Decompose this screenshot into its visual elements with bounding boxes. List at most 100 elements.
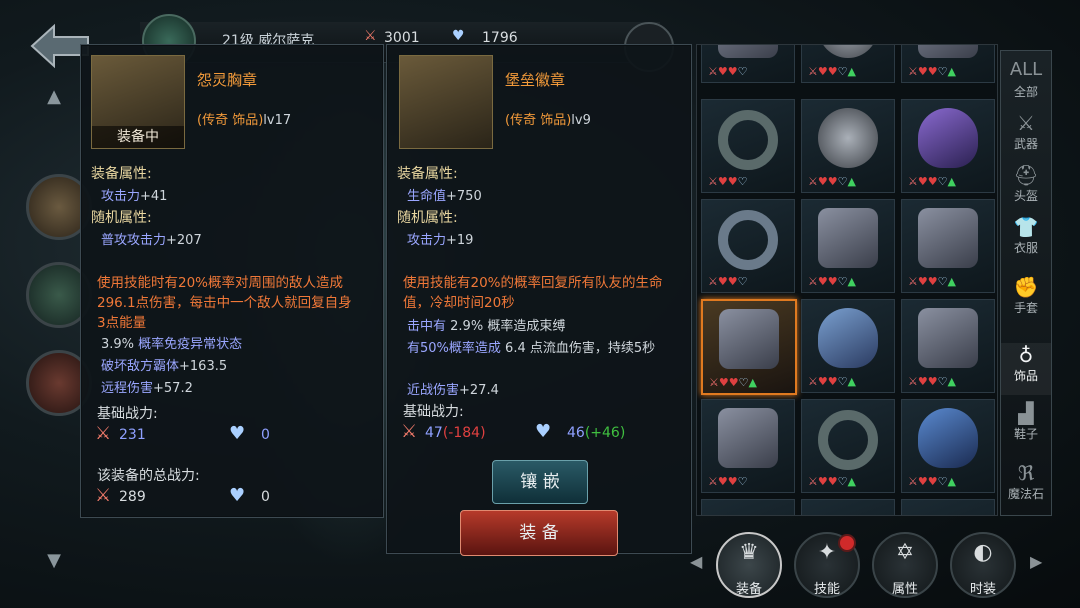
random-attr-title: 随机属性: — [91, 210, 152, 226]
equip-attr-title: 装备属性: — [397, 166, 458, 182]
total-power-title: 该装备的总战力: — [97, 468, 200, 484]
inventory-slot[interactable]: ⚔♥♥♡▲ — [801, 45, 895, 83]
item-badges: ⚔♥♥♡▲ — [709, 376, 757, 389]
item-badges: ⚔♥♥♡▲ — [908, 65, 956, 78]
tab-attributes[interactable]: ✡ 属性 — [872, 532, 938, 598]
item-icon — [718, 110, 778, 170]
defense-icon: ♥ — [229, 485, 246, 506]
armor-icon: 👕 — [1013, 215, 1039, 239]
inventory-slot[interactable]: ⚔♥♥♡▲ — [801, 399, 895, 493]
item-icon — [718, 45, 778, 58]
category-gloves[interactable]: ✊ 手套 — [1001, 275, 1051, 316]
equip-button[interactable]: 装 备 — [460, 510, 618, 556]
random-attr-title: 随机属性: — [397, 210, 458, 226]
sub-attr-3: 远程伤害+57.2 — [101, 381, 193, 393]
equipped-item-panel: 装备中 怨灵胸章 (传奇 饰品)lv17 装备属性: 攻击力+41 随机属性: … — [80, 44, 384, 518]
inventory-slot[interactable]: ⚔♥♥♡▲ — [901, 45, 995, 83]
defense-icon: ♥ — [535, 421, 552, 442]
necklace-icon: ♁ — [1018, 343, 1034, 367]
item-icon — [719, 309, 779, 369]
inventory-slot[interactable]: ⚔♥♥♡▲ — [901, 399, 995, 493]
base-power-value: 47(-184) — [425, 425, 486, 441]
defense-icon: ♥ — [229, 423, 246, 444]
item-icon — [918, 308, 978, 368]
tab-fashion[interactable]: ◐ 时装 — [950, 532, 1016, 598]
category-boots[interactable]: ▟ 鞋子 — [1001, 401, 1051, 442]
category-armor[interactable]: 👕 衣服 — [1001, 215, 1051, 256]
sub-attr-1: 击中有 2.9% 概率造成束缚 — [407, 319, 566, 334]
item-icon — [818, 108, 878, 168]
boot-icon: ▟ — [1018, 401, 1034, 425]
total-defense-value: 0 — [261, 489, 270, 505]
inventory-slot-selected[interactable]: ⚔♥♥♡▲ — [701, 299, 797, 395]
equipped-item-type: (传奇 饰品)lv17 — [197, 113, 292, 128]
helmet-icon: ⛑ — [1013, 163, 1039, 187]
candidate-item-name: 堡垒徽章 — [505, 71, 566, 89]
inventory-slot[interactable]: ⚔♥♥♡ — [701, 399, 795, 493]
base-power-title: 基础战力: — [97, 406, 158, 422]
inventory-slot[interactable]: ⚔♥♥♡▲ — [901, 99, 995, 193]
defense-icon: ♥ — [452, 28, 465, 44]
sub-attr-3: 近战伤害+27.4 — [407, 383, 499, 395]
equipment-icon: ♛ — [739, 540, 759, 565]
effect-description: 使用技能有20%的概率回复所有队友的生命值，冷却时间20秒 — [403, 275, 663, 311]
rune-icon: ℜ — [1017, 461, 1035, 485]
total-power-value: 289 — [119, 489, 146, 505]
sub-attr-2: 破坏敌方霸体+163.5 — [101, 359, 228, 374]
inventory-slot[interactable] — [901, 499, 995, 515]
item-badges: ⚔♥♥♡ — [708, 175, 748, 188]
tab-equipment[interactable]: ♛ 装备 — [716, 532, 782, 598]
inventory-slot[interactable] — [801, 499, 895, 515]
effect-description: 使用技能时有20%概率对周围的敌人造成296.1点伤害，每击中一个敌人就回复自身… — [97, 275, 352, 331]
item-badges: ⚔♥♥♡▲ — [808, 475, 856, 488]
equipped-item-name: 怨灵胸章 — [197, 71, 258, 89]
item-badges: ⚔♥♥♡ — [708, 275, 748, 288]
category-magic-stone[interactable]: ℜ 魔法石 — [1001, 461, 1051, 502]
item-icon — [918, 108, 978, 168]
glove-icon: ✊ — [1013, 275, 1039, 299]
tab-left-arrow-icon: ◀ — [690, 552, 703, 571]
category-sidebar: ALL 全部 ⚔ 武器 ⛑ 头盔 👕 衣服 ✊ 手套 ♁ 饰品 ▟ 鞋子 ℜ 魔法石 — [1000, 50, 1052, 516]
equip-attr-line: 生命值+750 — [407, 189, 482, 204]
equipped-item-icon: 装备中 — [91, 55, 185, 149]
category-accessory[interactable]: ♁ 饰品 — [1001, 343, 1051, 395]
item-badges: ⚔♥♥♡▲ — [808, 375, 856, 388]
category-helmet[interactable]: ⛑ 头盔 — [1001, 163, 1051, 204]
sub-attr-2: 有50%概率造成 6.4 点流血伤害，持续5秒 — [407, 341, 656, 356]
inventory-slot[interactable]: ⚔♥♥♡ — [701, 45, 795, 83]
equip-attr-title: 装备属性: — [91, 166, 152, 182]
item-badges: ⚔♥♥♡ — [708, 65, 748, 78]
random-attr-line: 普攻攻击力+207 — [101, 233, 202, 248]
item-icon — [818, 308, 878, 368]
base-power-value: 231 — [119, 427, 146, 443]
inventory-slot[interactable]: ⚔♥♥♡▲ — [801, 199, 895, 293]
inventory-slot[interactable]: ⚔♥♥♡ — [701, 199, 795, 293]
item-icon — [918, 45, 978, 58]
item-badges: ⚔♥♥♡▲ — [808, 175, 856, 188]
inventory-slot[interactable] — [701, 499, 795, 515]
item-icon — [718, 210, 778, 270]
inventory-slot[interactable]: ⚔♥♥♡▲ — [801, 99, 895, 193]
inventory-slot[interactable]: ⚔♥♥♡▲ — [801, 299, 895, 393]
mask-icon: ◐ — [973, 540, 993, 565]
candidate-item-type: (传奇 饰品)lv9 — [505, 113, 591, 128]
inlay-button[interactable]: 镶 嵌 — [492, 460, 588, 504]
power-icon: ⚔ — [95, 423, 112, 444]
item-icon — [818, 45, 878, 58]
scroll-up-icon[interactable]: ▲ — [44, 86, 64, 107]
power-icon: ⚔ — [364, 28, 377, 44]
power-icon: ⚔ — [95, 485, 112, 506]
tab-right-arrow-icon: ▶ — [1030, 552, 1043, 571]
item-badges: ⚔♥♥♡ — [708, 475, 748, 488]
category-all[interactable]: ALL 全部 — [1001, 59, 1051, 100]
equipped-tag: 装备中 — [92, 126, 184, 148]
inventory-slot[interactable]: ⚔♥♥♡▲ — [901, 199, 995, 293]
item-badges: ⚔♥♥♡▲ — [908, 275, 956, 288]
item-badges: ⚔♥♥♡▲ — [808, 275, 856, 288]
category-weapon[interactable]: ⚔ 武器 — [1001, 111, 1051, 152]
inventory-slot[interactable]: ⚔♥♥♡▲ — [901, 299, 995, 393]
item-badges: ⚔♥♥♡▲ — [908, 475, 956, 488]
inventory-slot[interactable]: ⚔♥♥♡ — [701, 99, 795, 193]
scroll-down-icon[interactable]: ▼ — [44, 550, 64, 571]
equip-attr-line: 攻击力+41 — [101, 189, 168, 204]
